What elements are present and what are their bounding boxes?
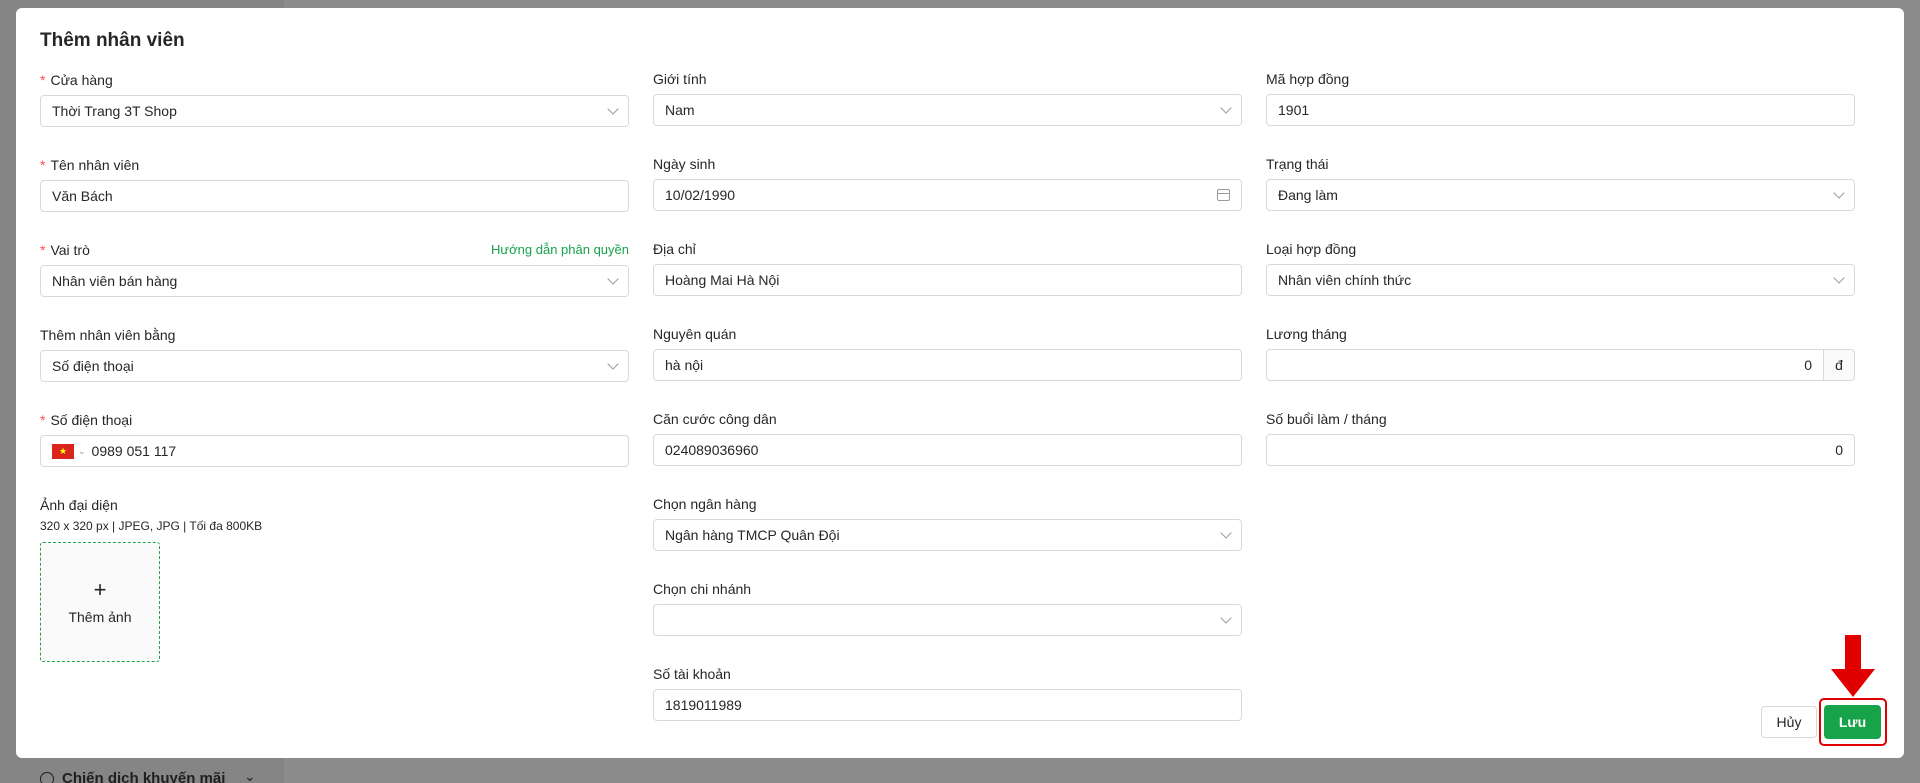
store-field: * Cửa hàng Thời Trang 3T Shop [40, 70, 629, 149]
chevron-down-icon [1220, 612, 1232, 624]
name-field: * Tên nhân viên Văn Bách [40, 155, 629, 234]
citizen-id-input[interactable]: 024089036960 [653, 434, 1242, 466]
avatar-hint: 320 x 320 px | JPEG, JPG | Tối đa 800KB [40, 519, 263, 533]
gender-label: Giới tính [653, 71, 707, 87]
required-mark: * [40, 242, 46, 258]
phone-label: Số điện thoại [50, 412, 133, 428]
chevron-down-icon [607, 103, 619, 115]
chevron-down-icon [607, 358, 619, 370]
chevron-down-icon [1220, 102, 1232, 114]
dob-label: Ngày sinh [653, 156, 716, 172]
account-field: Số tài khoản 1819011989 [653, 664, 1242, 743]
salary-label: Lương tháng [1266, 326, 1347, 342]
hometown-label: Nguyên quán [653, 326, 737, 342]
form-column-3: Mã hợp đồng 1901 Trạng thái Đang làm Loạ… [1266, 63, 1855, 488]
hometown-input[interactable]: hà nội [653, 349, 1242, 381]
arrow-down-icon [1831, 635, 1875, 697]
plus-icon: + [93, 577, 107, 602]
form-column-1: * Cửa hàng Thời Trang 3T Shop * Tên nhân v… [40, 64, 629, 662]
salary-input[interactable]: 0 [1266, 349, 1824, 381]
name-input[interactable]: Văn Bách [40, 180, 629, 212]
gender-select[interactable]: Nam [653, 94, 1242, 126]
avatar-label: Ảnh đại diện [40, 497, 118, 513]
avatar-upload-button[interactable]: + Thêm ảnh [40, 542, 160, 662]
required-mark: * [40, 157, 46, 173]
chevron-down-icon [1833, 272, 1845, 284]
branch-select[interactable] [653, 604, 1242, 636]
contract-code-input[interactable]: 1901 [1266, 94, 1855, 126]
status-select[interactable]: Đang làm [1266, 179, 1855, 211]
phone-field: * Số điện thoại ★ ⌄ 0989 051 117 [40, 410, 629, 489]
address-field: Địa chỉ Hoàng Mai Hà Nội [653, 239, 1242, 318]
address-label: Địa chỉ [653, 241, 696, 257]
form-column-2: Giới tính Nam Ngày sinh 10/02/1990 Địa c… [653, 63, 1242, 743]
add-employee-modal: Thêm nhân viên * Cửa hàng Thời Trang 3T S… [16, 8, 1904, 758]
status-label: Trạng thái [1266, 156, 1329, 172]
required-mark: * [40, 72, 46, 88]
store-select[interactable]: Thời Trang 3T Shop [40, 95, 629, 127]
contract-type-field: Loại hợp đồng Nhân viên chính thức [1266, 239, 1855, 318]
contract-type-label: Loại hợp đồng [1266, 241, 1357, 257]
branch-label: Chọn chi nhánh [653, 581, 752, 597]
citizen-id-label: Căn cước công dân [653, 411, 777, 427]
sessions-label: Số buổi làm / tháng [1266, 411, 1387, 427]
permission-guide-link[interactable]: Hướng dẫn phân quyền [491, 240, 629, 260]
status-field: Trạng thái Đang làm [1266, 154, 1855, 233]
dob-field: Ngày sinh 10/02/1990 [653, 154, 1242, 233]
gender-field: Giới tính Nam [653, 69, 1242, 148]
branch-field: Chọn chi nhánh [653, 579, 1242, 658]
contract-code-field: Mã hợp đồng 1901 [1266, 69, 1855, 148]
contract-code-label: Mã hợp đồng [1266, 71, 1350, 87]
chevron-down-icon: ⌄ [78, 445, 86, 456]
sessions-input[interactable]: 0 [1266, 434, 1855, 466]
add-by-field: Thêm nhân viên bằng Số điện thoại [40, 325, 629, 404]
add-by-select[interactable]: Số điện thoại [40, 350, 629, 382]
calendar-icon [1217, 189, 1230, 201]
chevron-down-icon [1220, 527, 1232, 539]
modal-title: Thêm nhân viên [40, 30, 185, 51]
promotion-icon [40, 771, 54, 783]
chevron-down-icon: ⌄ [244, 768, 256, 783]
vietnam-flag-icon[interactable]: ★ [52, 443, 74, 459]
address-input[interactable]: Hoàng Mai Hà Nội [653, 264, 1242, 296]
add-by-label: Thêm nhân viên bằng [40, 327, 176, 343]
sidebar-item-label: Chiến dịch khuyến mãi [62, 770, 226, 783]
avatar-upload-label: Thêm ảnh [68, 609, 132, 625]
hometown-field: Nguyên quán hà nội [653, 324, 1242, 403]
account-label: Số tài khoản [653, 666, 731, 682]
phone-input[interactable]: ★ ⌄ 0989 051 117 [40, 435, 629, 467]
store-label: Cửa hàng [50, 72, 113, 88]
citizen-id-field: Căn cước công dân 024089036960 [653, 409, 1242, 488]
save-button[interactable]: Lưu [1824, 705, 1881, 739]
bank-field: Chọn ngân hàng Ngân hàng TMCP Quân Đội [653, 494, 1242, 573]
bank-label: Chọn ngân hàng [653, 496, 757, 512]
role-select[interactable]: Nhân viên bán hàng [40, 265, 629, 297]
role-label: Vai trò [50, 242, 90, 258]
avatar-field: Ảnh đại diện 320 x 320 px | JPEG, JPG | … [40, 495, 629, 662]
role-field: * Vai trò Hướng dẫn phân quyền Nhân viên … [40, 240, 629, 319]
sidebar-item-promotions: Chiến dịch khuyến mãi [40, 770, 225, 783]
contract-type-select[interactable]: Nhân viên chính thức [1266, 264, 1855, 296]
chevron-down-icon [1833, 187, 1845, 199]
account-number-input[interactable]: 1819011989 [653, 689, 1242, 721]
bank-select[interactable]: Ngân hàng TMCP Quân Đội [653, 519, 1242, 551]
salary-field: Lương tháng 0 đ [1266, 324, 1855, 403]
currency-addon: đ [1824, 349, 1855, 381]
cancel-button[interactable]: Hủy [1761, 706, 1817, 738]
chevron-down-icon [607, 273, 619, 285]
required-mark: * [40, 412, 46, 428]
dob-datepicker[interactable]: 10/02/1990 [653, 179, 1242, 211]
name-label: Tên nhân viên [50, 157, 140, 173]
sessions-field: Số buổi làm / tháng 0 [1266, 409, 1855, 488]
